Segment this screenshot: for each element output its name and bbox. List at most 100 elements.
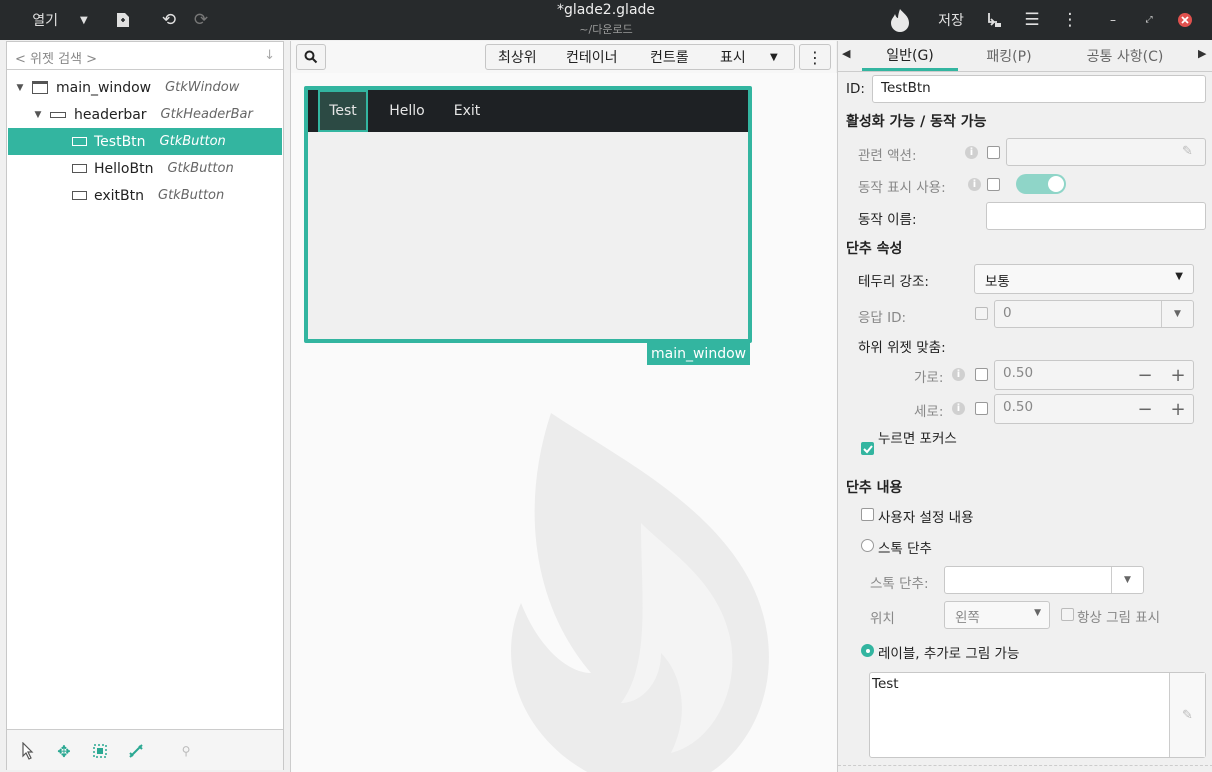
response-id-checkbox[interactable]	[975, 307, 988, 320]
tree-row-testbtn[interactable]: TestBtn GtkButton	[8, 128, 282, 155]
resize-icon[interactable]	[89, 740, 111, 762]
tree-row-main-window[interactable]: ▼ main_window GtkWindow	[8, 74, 282, 101]
focus-on-click-checkbox[interactable]	[861, 442, 874, 455]
design-canvas[interactable]: Test Hello Exit main_window	[291, 73, 837, 772]
palette-display[interactable]: 표시	[720, 47, 770, 67]
chevron-down-icon[interactable]: ▼	[1161, 301, 1193, 327]
test-button[interactable]: Test	[318, 90, 368, 132]
edit-icon[interactable]: ✎	[1182, 144, 1193, 159]
info-icon: i	[968, 178, 981, 191]
scroll-edge	[838, 765, 1212, 772]
window-icon	[32, 81, 48, 94]
expander-icon[interactable]: ▼	[14, 83, 26, 93]
main-window-preview[interactable]: Test Hello Exit	[304, 86, 752, 343]
position-dropdown[interactable]: 왼쪽 ▼	[944, 601, 1050, 629]
pointer-icon[interactable]	[17, 740, 39, 762]
yalign-label: 세로:	[914, 404, 944, 420]
headerbar-preview[interactable]: Test Hello Exit	[308, 90, 748, 132]
palette-category-group: 최상위 컨테이너 컨트롤 표시 ▼	[485, 44, 795, 70]
glade-watermark-icon	[511, 413, 769, 772]
tab-general[interactable]: 일반(G)	[862, 41, 958, 71]
tab-scroll-right-icon[interactable]: ▶	[1198, 47, 1206, 60]
exit-button[interactable]: Exit	[446, 90, 488, 132]
xalign-checkbox[interactable]	[975, 368, 988, 381]
move-icon[interactable]: ✥	[53, 740, 75, 762]
tab-packing[interactable]: 패킹(P)	[964, 41, 1054, 71]
custom-content-checkbox[interactable]	[861, 508, 874, 521]
widget-search-input[interactable]: < 위젯 검색 > ↓	[7, 42, 283, 70]
tab-scroll-left-icon[interactable]: ◀	[842, 47, 850, 60]
tree-row-type: GtkButton	[159, 134, 226, 149]
related-action-label: 관련 액션:	[858, 148, 917, 164]
search-placeholder: < 위젯 검색 >	[15, 52, 98, 67]
yalign-checkbox[interactable]	[975, 402, 988, 415]
search-palette-button[interactable]	[296, 44, 326, 70]
stock-button-combo[interactable]: ▼	[944, 566, 1144, 594]
hello-button[interactable]: Hello	[382, 90, 432, 132]
use-action-appearance-toggle[interactable]	[1016, 174, 1066, 194]
label-option-label: 레이블, 추가로 그림 가능	[878, 646, 1020, 662]
close-icon[interactable]	[1174, 8, 1196, 32]
response-id-field[interactable]: 0 ▼	[994, 300, 1194, 328]
plus-icon[interactable]: +	[1162, 394, 1194, 424]
headerbar-icon	[50, 111, 66, 118]
save-button[interactable]: 저장	[930, 8, 972, 32]
palette-containers[interactable]: 컨테이너	[566, 47, 650, 67]
position-label: 위치	[870, 611, 895, 627]
related-action-checkbox[interactable]	[987, 146, 1000, 159]
always-show-image-checkbox[interactable]	[1061, 608, 1074, 621]
more-options-icon[interactable]: ⋮	[799, 44, 831, 70]
minus-icon[interactable]: −	[1129, 360, 1161, 390]
clear-search-icon[interactable]: ↓	[264, 48, 275, 63]
glade-window: { "titlebar": { "open_label": "열기", "tit…	[0, 0, 1212, 772]
palette-toolbar: 최상위 컨테이너 컨트롤 표시 ▼ ⋮	[291, 41, 837, 73]
relief-value: 보통	[985, 274, 1010, 290]
design-area: 최상위 컨테이너 컨트롤 표시 ▼ ⋮ Test Hello Exit main…	[290, 41, 837, 772]
toggle-knob	[1048, 176, 1064, 192]
more-options-icon[interactable]: ⋮	[1058, 8, 1082, 32]
expander-icon[interactable]: ▼	[32, 110, 44, 120]
label-text-area[interactable]: Test ✎	[869, 672, 1206, 758]
id-field[interactable]: TestBtn	[872, 75, 1206, 103]
stock-button-field-label: 스톡 단추:	[870, 576, 929, 592]
chevron-down-icon: ▼	[1175, 271, 1183, 282]
yalign-value: 0.50	[1003, 399, 1034, 415]
chevron-down-icon[interactable]: ▼	[1111, 567, 1143, 593]
relief-label: 테두리 강조:	[858, 274, 929, 290]
related-action-field[interactable]	[1006, 138, 1206, 166]
tree-row-name: main_window	[56, 79, 152, 96]
inspector-icon[interactable]	[982, 8, 1006, 32]
info-icon: i	[952, 402, 965, 415]
hamburger-menu-icon[interactable]: ☰	[1020, 8, 1044, 32]
palette-controls[interactable]: 컨트롤	[650, 47, 720, 67]
chevron-down-icon[interactable]: ▼	[770, 52, 778, 63]
relief-dropdown[interactable]: 보통 ▼	[974, 264, 1194, 294]
label-option-radio[interactable]	[861, 644, 874, 657]
tree-row-name: HelloBtn	[94, 160, 154, 177]
checkmark-icon	[863, 445, 873, 454]
action-name-label: 동작 이름:	[858, 212, 917, 228]
tree-row-hellobtn[interactable]: HelloBtn GtkButton	[8, 155, 282, 182]
tab-divider	[838, 71, 1212, 72]
maximize-icon[interactable]: ⤢	[1138, 8, 1160, 32]
margin-tool-icon[interactable]: ⚲	[175, 740, 197, 762]
minus-icon[interactable]: −	[1129, 394, 1161, 424]
plus-icon[interactable]: +	[1162, 360, 1194, 390]
minimize-icon[interactable]: –	[1102, 8, 1124, 32]
tab-common[interactable]: 공통 사항(C)	[1066, 41, 1184, 71]
tree-row-exitbtn[interactable]: exitBtn GtkButton	[8, 182, 282, 209]
palette-toplevel[interactable]: 최상위	[498, 47, 566, 67]
xalign-value: 0.50	[1003, 365, 1034, 381]
tree-row-type: GtkHeaderBar	[160, 107, 253, 122]
response-id-label: 응답 ID:	[858, 310, 907, 326]
align-icon[interactable]	[125, 740, 147, 762]
info-icon: i	[952, 368, 965, 381]
stock-button-radio[interactable]	[861, 539, 874, 552]
tree-row-name: TestBtn	[94, 133, 146, 150]
action-name-field[interactable]	[986, 202, 1206, 230]
stock-button-label: 스톡 단추	[878, 541, 932, 557]
button-icon	[72, 164, 87, 173]
edit-icon[interactable]: ✎	[1169, 673, 1205, 757]
tree-row-headerbar[interactable]: ▼ headerbar GtkHeaderBar	[8, 101, 282, 128]
use-action-appearance-checkbox[interactable]	[987, 178, 1000, 191]
